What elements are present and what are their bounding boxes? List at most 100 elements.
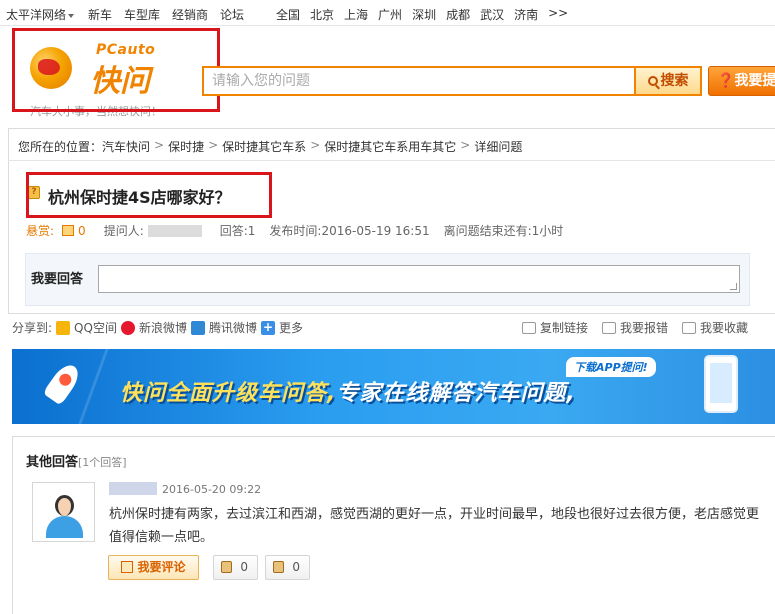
answers-count-value: 1 [247,223,256,238]
share-label: 分享到: [12,321,53,335]
share-bar: 分享到: QQ空间 新浪微博 腾讯微博 + 更多 [12,319,303,336]
breadcrumb-item[interactable]: 汽车快问 [102,138,150,155]
breadcrumb-separator: > [310,138,321,152]
question-actions: 复制链接 我要报错 我要收藏 [522,319,748,336]
breadcrumb-current: 详细问题 [474,140,523,154]
sina-weibo-icon[interactable] [120,320,135,335]
city-link[interactable]: 北京 [310,6,334,23]
reward-label: 悬赏: [26,224,55,238]
city-link[interactable]: 武汉 [480,6,504,23]
top-nav: 太平洋网络 新车 车型库 经销商 论坛 全国 北京 上海 广州 深圳 成都 武汉… [0,0,775,26]
breadcrumb-separator: > [154,138,165,152]
logo-highlight-box [12,28,220,112]
remaining-value: 1小时 [531,224,564,238]
share-tencent-weibo[interactable]: 腾讯微博 [209,319,257,336]
breadcrumb-item[interactable]: 保时捷其它车系 [222,138,306,155]
report-label: 我要报错 [620,321,669,335]
chevron-down-icon [68,13,75,18]
site-label: 太平洋网络 [6,8,67,22]
asker-name-redacted [147,224,202,237]
published-label: 发布时间: [269,224,322,238]
nav-link-dealers[interactable]: 经销商 [172,6,208,23]
upvote-button[interactable]: 0 [213,555,258,580]
city-link[interactable]: 成都 [446,6,470,23]
search-icon [647,76,658,86]
breadcrumb-separator: > [460,138,471,152]
banner-headline-part1: 快问全面升级车问答, [120,381,337,406]
tencent-weibo-icon[interactable] [190,320,205,335]
report-error-button[interactable]: 我要报错 [602,319,668,336]
breadcrumb-prefix: 您所在的位置： [18,140,103,154]
chat-icon [522,321,536,334]
city-link[interactable]: 全国 [276,6,300,23]
avatar[interactable] [32,482,95,542]
city-link[interactable]: 深圳 [412,6,436,23]
chat-icon [602,321,617,334]
breadcrumb-item[interactable]: 保时捷其它车系用车其它 [324,138,456,155]
answers-title: 其他回答 [26,455,79,470]
search-bar: 请输入您的问题 搜索 [202,66,702,96]
divider [8,160,775,161]
copy-link-label: 复制链接 [540,321,589,335]
downvote-count: 0 [292,560,300,574]
share-sina-weibo[interactable]: 新浪微博 [139,319,187,336]
breadcrumb-item[interactable]: 保时捷 [168,138,204,155]
city-link[interactable]: 广州 [378,6,402,23]
avatar-body [46,516,83,538]
site-menu[interactable]: 太平洋网络 [6,6,75,23]
reward-value: 0 [78,223,86,238]
rocket-icon [42,360,84,406]
answers-count-label: 回答: [219,224,248,238]
ask-question-button[interactable]: ❓我要提问 [708,66,775,96]
collect-label: 我要收藏 [700,321,749,335]
bookmark-icon [682,321,697,334]
city-link[interactable]: 上海 [344,6,368,23]
ask-button-label: 我要提问 [734,73,775,89]
banner-headline-part2: 专家在线解答汽车问题, [336,381,576,406]
comment-label: 我要评论 [137,560,186,574]
coin-icon [62,225,75,236]
answer-textarea[interactable] [98,265,740,293]
city-link[interactable]: 济南 [514,6,538,23]
answers-heading: 其他回答[1个回答] [26,451,127,470]
comment-button[interactable]: 我要评论 [108,555,199,580]
upvote-count: 0 [240,560,248,574]
breadcrumb-separator: > [208,138,219,152]
nav-links: 新车 车型库 经销商 论坛 [88,6,244,23]
copy-link-button[interactable]: 复制链接 [522,319,588,336]
avatar-head [55,495,74,516]
answers-count: [1个回答] [78,456,127,469]
share-more[interactable]: 更多 [279,319,303,336]
pencil-icon [121,561,134,573]
collect-button[interactable]: 我要收藏 [682,319,748,336]
asker-label: 提问人: [103,224,144,238]
downvote-button[interactable]: 0 [265,555,310,580]
thumbs-down-icon [273,561,284,573]
plus-icon[interactable]: + [260,320,275,335]
city-links: 全国 北京 上海 广州 深圳 成都 武汉 济南 >> [276,6,568,23]
banner-decoration [78,349,109,424]
qzone-icon[interactable] [56,320,71,335]
promo-banner[interactable]: 下载APP提问! 快问全面升级车问答,专家在线解答汽车问题, [12,349,775,424]
remaining-label: 离问题结束还有: [443,224,532,238]
breadcrumb: 您所在的位置： 汽车快问 > 保时捷 > 保时捷其它车系 > 保时捷其它车系用车… [18,138,522,155]
answer-username-redacted[interactable] [109,482,157,495]
title-highlight-box [26,172,272,218]
nav-link-car-models[interactable]: 车型库 [124,6,160,23]
banner-headline: 快问全面升级车问答,专家在线解答汽车问题, [120,375,576,407]
phone-icon [704,355,738,413]
search-button-label: 搜索 [660,73,689,89]
search-input[interactable]: 请输入您的问题 [202,66,634,96]
answer-time: 2016-05-20 09:22 [162,483,262,496]
answer-text: 杭州保时捷有两家，去过滨江和西湖，感觉西湖的更好一点，开业时间最早，地段也很好过… [109,507,760,545]
nav-link-forum[interactable]: 论坛 [220,6,244,23]
nav-link-new-car[interactable]: 新车 [88,6,112,23]
answer-label: 我要回答 [31,272,84,287]
question-meta: 悬赏: 0 提问人: 回答: 1 发布时间: 2016-05-19 16:51 … [26,222,563,239]
thumbs-up-icon [221,561,232,573]
search-button[interactable]: 搜索 [634,66,702,96]
share-qzone[interactable]: QQ空间 [74,319,117,336]
published-value: 2016-05-19 16:51 [321,223,430,238]
banner-download-label: 下载APP提问! [566,357,656,377]
city-more-link[interactable]: >> [548,6,568,23]
